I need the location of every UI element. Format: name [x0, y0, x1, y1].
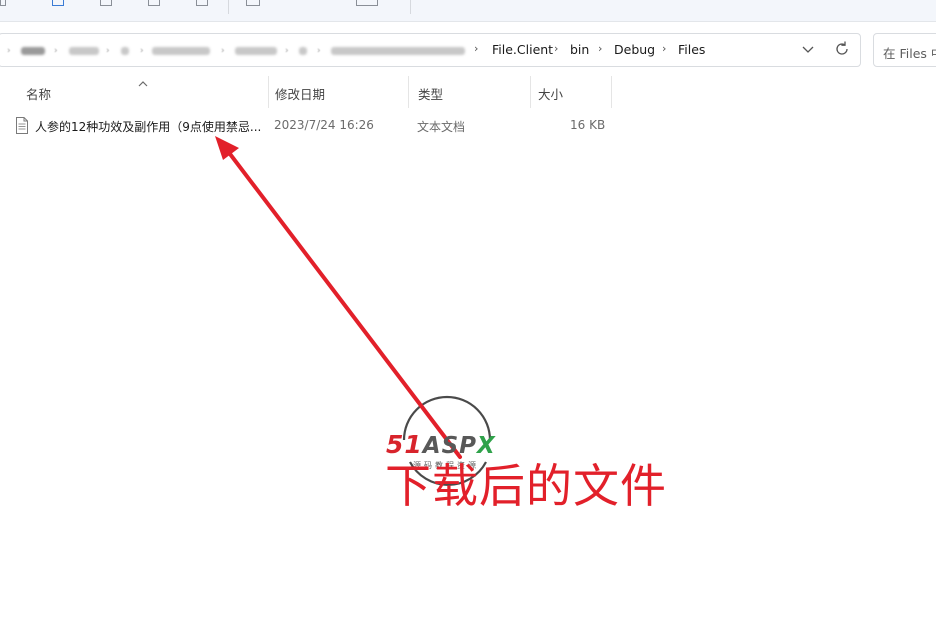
breadcrumb-separator-blurred: ›: [54, 46, 58, 56]
breadcrumb-separator-blurred: ›: [140, 46, 144, 56]
redacted-path-segment: [331, 47, 465, 55]
file-size: 16 KB: [570, 118, 606, 132]
file-type: 文本文档: [417, 120, 466, 134]
column-header-label: 修改日期: [275, 87, 326, 102]
breadcrumb-files[interactable]: Files: [678, 42, 705, 57]
breadcrumb-separator-blurred: ›: [221, 46, 225, 56]
toolbar-divider: [410, 0, 411, 14]
breadcrumb-file-client[interactable]: File.Client: [492, 42, 553, 57]
chevron-down-icon[interactable]: [801, 41, 815, 57]
annotation-arrowhead: [215, 136, 239, 160]
toolbar-button-icon[interactable]: [148, 0, 160, 6]
redacted-path-segment: [235, 47, 277, 55]
address-bar[interactable]: › › › › › › › › File.Client › bin › Debu…: [0, 33, 861, 67]
file-list-item[interactable]: 人参的12种功效及副作用（9点使用禁忌... 2023/7/24 16:26 文…: [0, 114, 612, 138]
breadcrumb-separator-blurred: ›: [7, 46, 11, 56]
redacted-path-segment: [69, 47, 99, 55]
breadcrumb-separator-blurred: ›: [317, 46, 321, 56]
toolbar-button-icon[interactable]: [52, 0, 64, 6]
column-header-name[interactable]: 名称: [17, 76, 269, 108]
breadcrumb-bin[interactable]: bin: [570, 42, 589, 57]
annotation-caption: 下载后的文件: [385, 459, 667, 513]
redacted-path-segment: [121, 47, 129, 55]
breadcrumb-debug[interactable]: Debug: [614, 42, 655, 57]
annotation-arrow: [225, 148, 462, 459]
column-headers: 名称 修改日期 类型 大小: [0, 76, 612, 108]
column-header-label: 大小: [538, 87, 564, 102]
toolbar-divider: [228, 0, 229, 14]
toolbar-button-icon[interactable]: [196, 0, 208, 6]
breadcrumb-separator: ›: [662, 42, 667, 55]
redacted-path-segment: [152, 47, 210, 55]
file-name[interactable]: 人参的12种功效及副作用（9点使用禁忌...: [35, 118, 261, 135]
navigation-row: › › › › › › › › File.Client › bin › Debu…: [0, 33, 936, 67]
refresh-icon[interactable]: [833, 40, 851, 58]
toolbar-button-icon[interactable]: [356, 0, 378, 6]
breadcrumb-separator: ›: [474, 42, 479, 55]
column-header-date[interactable]: 修改日期: [266, 76, 409, 108]
breadcrumb-separator: ›: [554, 42, 559, 55]
column-header-label: 名称: [26, 87, 52, 102]
ribbon-toolbar: [0, 0, 936, 22]
redacted-path-segment: [299, 47, 307, 55]
toolbar-button-icon[interactable]: [246, 0, 260, 6]
file-modified-date: 2023/7/24 16:26: [274, 118, 374, 132]
redacted-path-segment: [21, 47, 45, 55]
breadcrumb-separator: ›: [598, 42, 603, 55]
search-placeholder: 在 Files 中: [883, 46, 936, 61]
search-input[interactable]: 在 Files 中: [873, 33, 936, 67]
text-file-icon: [15, 117, 29, 134]
column-header-type[interactable]: 类型: [409, 76, 531, 108]
breadcrumb-separator-blurred: ›: [285, 46, 289, 56]
column-header-size[interactable]: 大小: [529, 76, 612, 108]
toolbar-button-icon[interactable]: [0, 0, 6, 6]
toolbar-button-icon[interactable]: [100, 0, 112, 6]
column-header-label: 类型: [418, 87, 444, 102]
breadcrumb-separator-blurred: ›: [106, 46, 110, 56]
